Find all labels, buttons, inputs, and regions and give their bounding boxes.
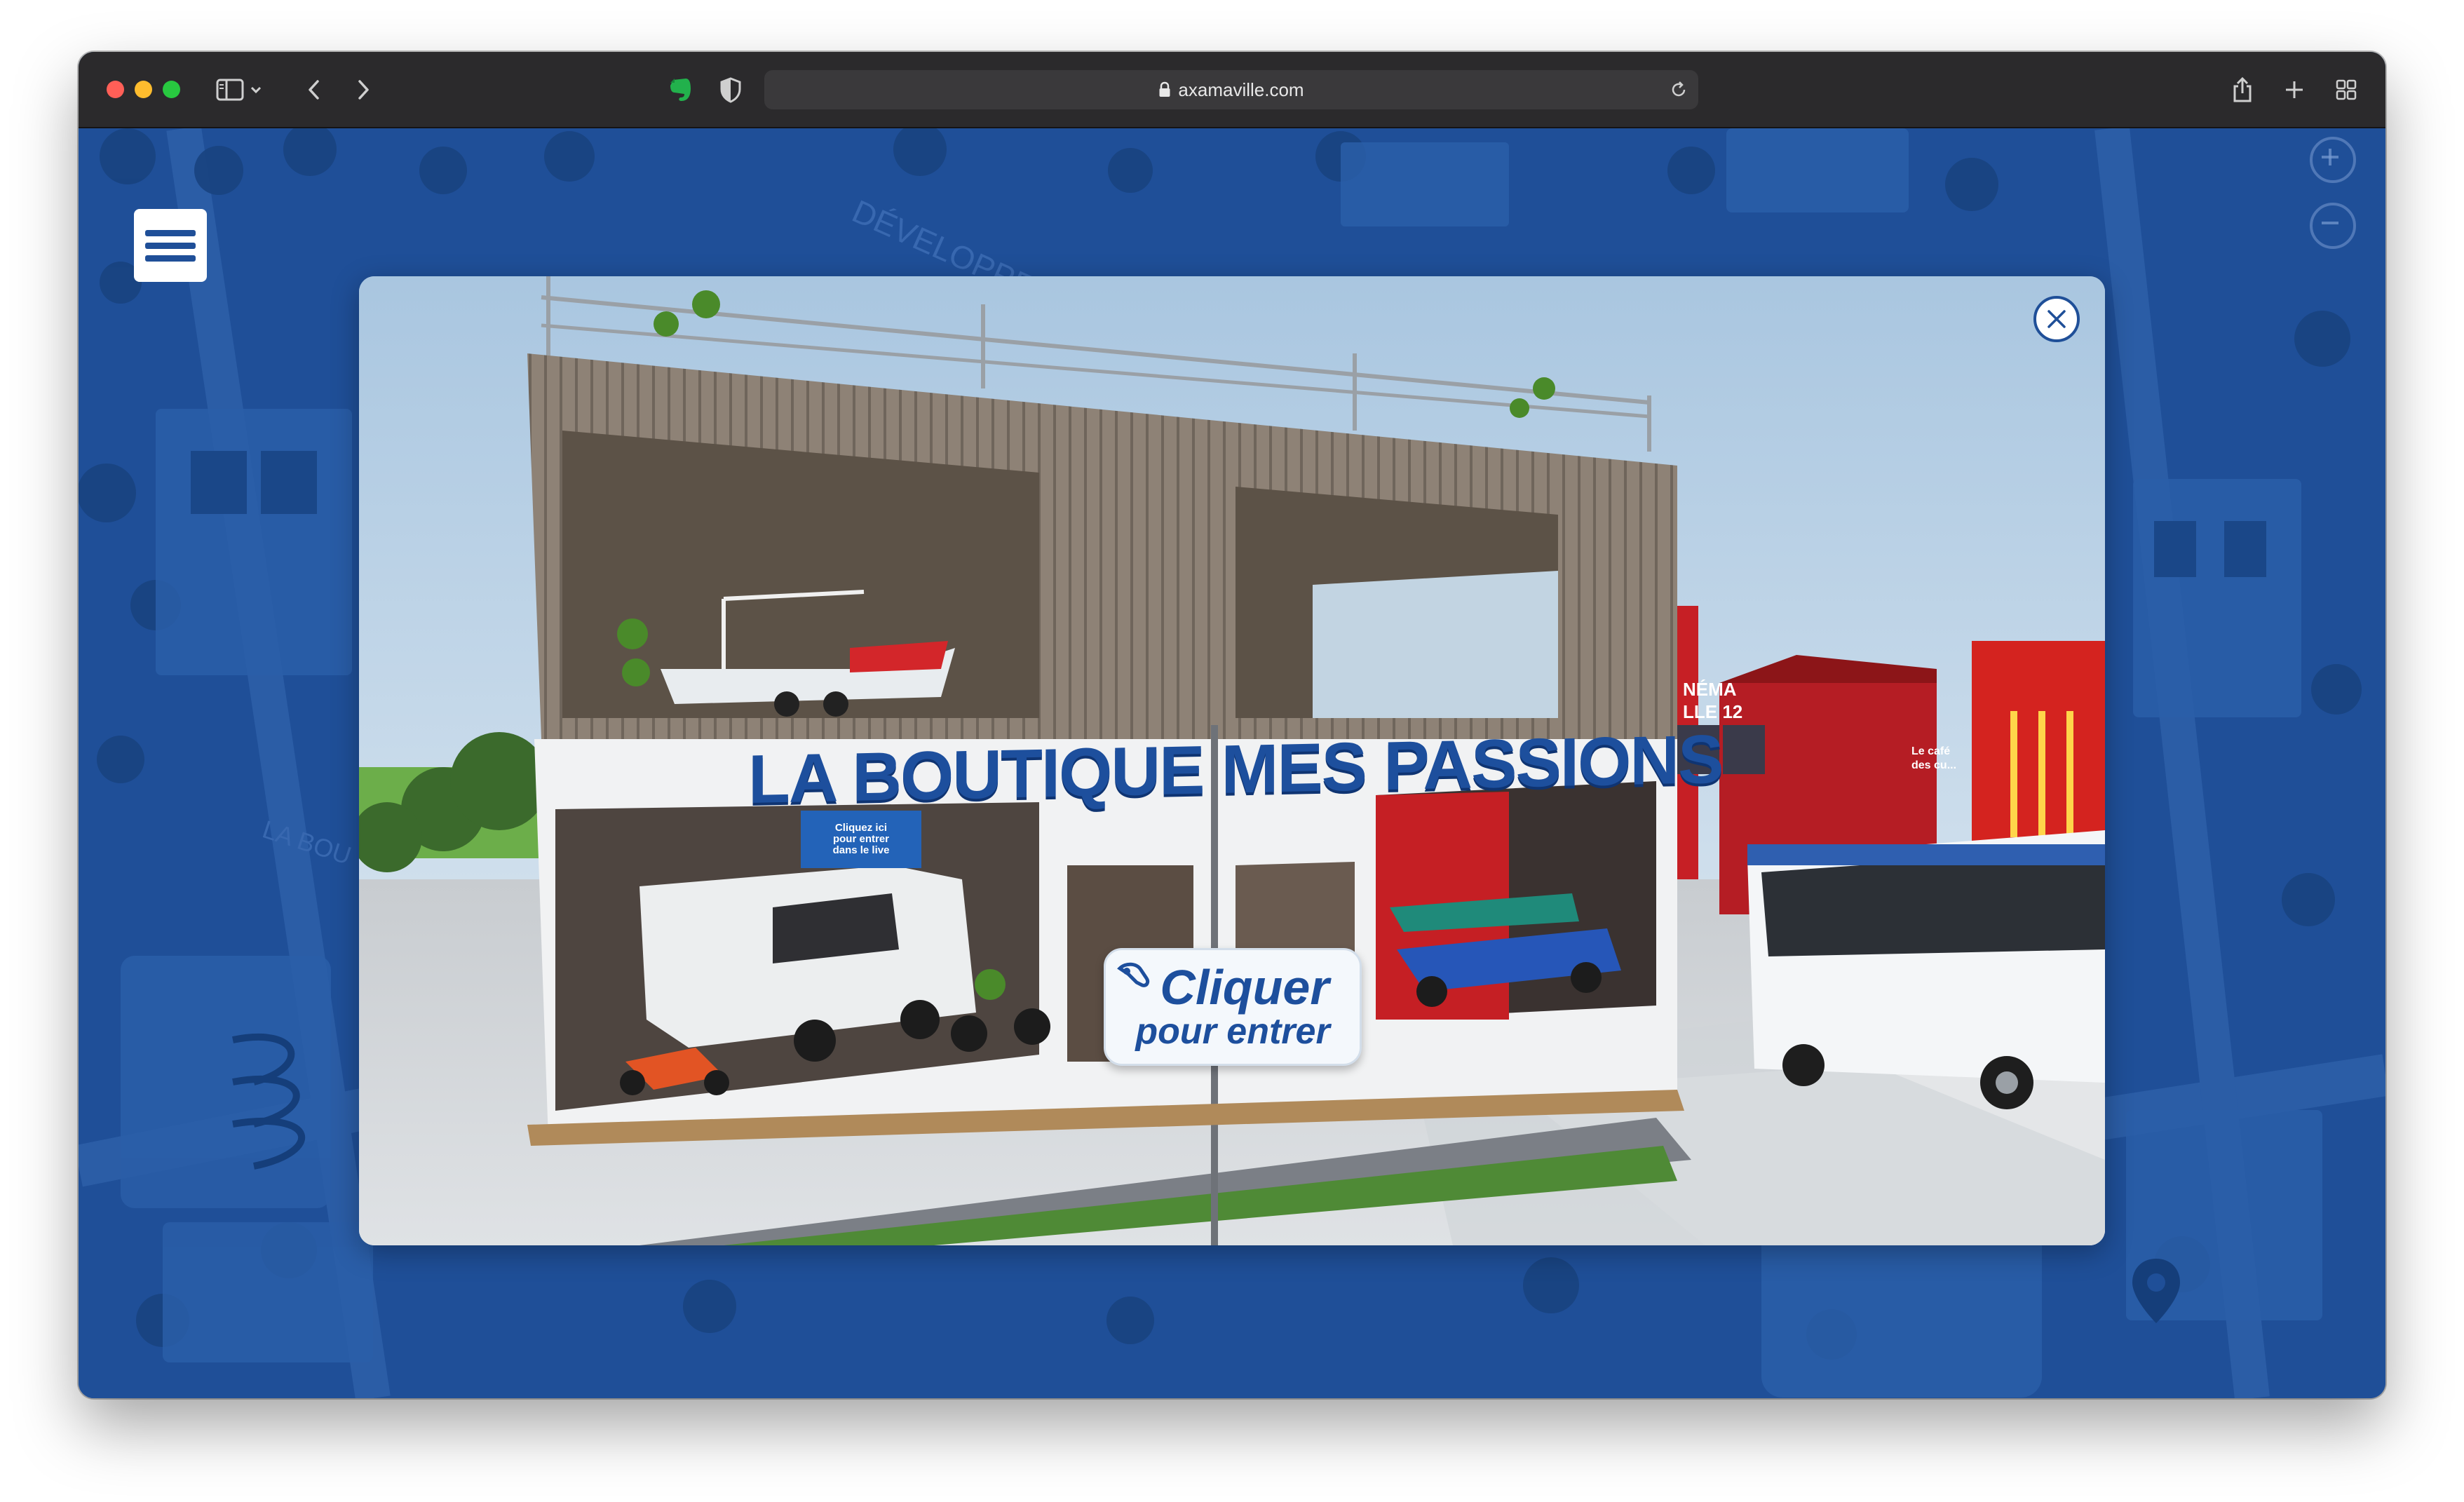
shield-icon[interactable] bbox=[712, 72, 749, 108]
address-bar[interactable]: axamaville.com bbox=[764, 70, 1698, 109]
url-text: axamaville.com bbox=[1178, 79, 1304, 100]
evernote-icon[interactable] bbox=[662, 72, 698, 108]
reload-icon[interactable] bbox=[1669, 80, 1688, 100]
browser-window: axamaville.com DÉVELOPPEMENT LA BOU LA B… bbox=[79, 52, 2385, 1398]
screen-sign-line3: dans le live bbox=[832, 844, 890, 856]
cafe-sign-line1: Le café bbox=[1911, 745, 1951, 757]
live-screen-sign[interactable]: Cliquez ici pour entrer dans le live bbox=[801, 811, 921, 868]
forward-icon[interactable] bbox=[345, 72, 381, 108]
chevron-down-icon[interactable] bbox=[245, 72, 266, 108]
share-icon[interactable] bbox=[2224, 72, 2261, 108]
cinema-sign-line2: LLE 12 bbox=[1683, 701, 1743, 722]
minimize-window-button[interactable] bbox=[135, 81, 152, 98]
cinema-sign: NÉMA LLE 12 bbox=[1683, 678, 1742, 723]
sidebar-icon[interactable] bbox=[212, 72, 248, 108]
cafe-sign-line2: des cu... bbox=[1911, 759, 1957, 771]
close-window-button[interactable] bbox=[107, 81, 124, 98]
map-pin-icon[interactable] bbox=[2128, 1256, 2184, 1326]
enter-button-line2: pour entrer bbox=[1135, 1011, 1330, 1052]
plus-icon[interactable] bbox=[2310, 137, 2356, 183]
tab-overview-icon[interactable] bbox=[2328, 72, 2364, 108]
lock-icon bbox=[1158, 81, 1171, 98]
close-icon[interactable] bbox=[2033, 296, 2080, 342]
enter-button-line1: Cliquer bbox=[1160, 960, 1329, 1015]
minus-icon[interactable] bbox=[2310, 203, 2356, 249]
hamburger-icon[interactable] bbox=[134, 209, 207, 282]
back-icon[interactable] bbox=[296, 72, 332, 108]
cinema-sign-line1: NÉMA bbox=[1683, 679, 1737, 700]
page-content: DÉVELOPPEMENT LA BOU LA BOUTIQUE MES PAS… bbox=[79, 128, 2385, 1398]
screen-sign-line2: pour entrer bbox=[832, 833, 889, 845]
new-tab-icon[interactable] bbox=[2276, 72, 2313, 108]
store-preview-modal: LA BOUTIQUE MES PASSIONS Cliquez ici pou… bbox=[359, 276, 2105, 1245]
enter-store-button[interactable]: Cliquer pour entrer bbox=[1104, 948, 1362, 1066]
browser-toolbar: axamaville.com bbox=[79, 52, 2385, 128]
maximize-window-button[interactable] bbox=[163, 81, 180, 98]
hand-pointer-icon bbox=[1116, 961, 1158, 1004]
screen-sign-line1: Cliquez ici bbox=[834, 822, 888, 834]
cafe-sign: Le café des cu... bbox=[1911, 745, 1956, 773]
